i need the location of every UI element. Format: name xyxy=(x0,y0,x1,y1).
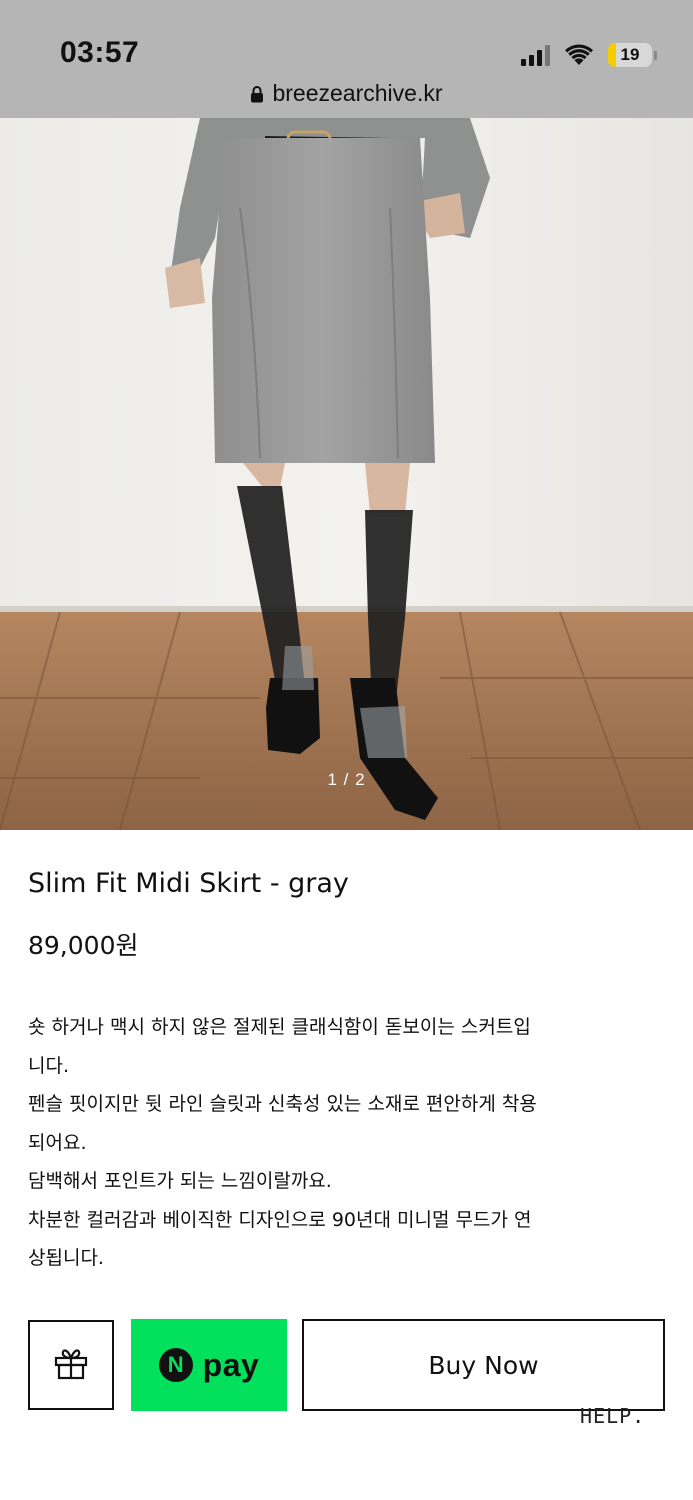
wifi-icon xyxy=(564,44,594,66)
url-text: breezearchive.kr xyxy=(272,80,443,106)
description-line: 니다. xyxy=(28,1054,69,1077)
status-icons: 19 xyxy=(521,40,657,70)
description-line: 담백해서 포인트가 되는 느낌이랄까요. xyxy=(28,1170,332,1192)
battery-icon: 19 xyxy=(608,43,652,67)
description-line: 차분한 컬러감과 베이직한 디자인으로 90년대 미니멀 무드가 연 xyxy=(28,1208,532,1231)
product-description: 숏 하거나 맥시 하지 않은 절제된 클래식함이 돋보이는 스커트입 니다. 펜… xyxy=(28,1008,668,1278)
description-line: 되어요. xyxy=(28,1131,87,1154)
naver-n-icon: N xyxy=(158,1348,193,1382)
cellular-signal-icon xyxy=(521,44,550,66)
lock-icon xyxy=(250,82,264,109)
product-photo xyxy=(0,118,693,830)
image-counter: 1 / 2 xyxy=(327,770,366,789)
product-price: 89,000원 xyxy=(28,931,139,960)
battery-percentage: 19 xyxy=(620,45,640,64)
purchase-bar: N pay Buy Now HELP. xyxy=(0,1300,693,1500)
buy-now-button[interactable]: Buy Now xyxy=(302,1319,665,1411)
product-image-gallery[interactable]: 1 / 2 xyxy=(0,118,693,830)
gift-icon xyxy=(53,1346,89,1384)
status-time: 03:57 xyxy=(60,36,140,69)
product-title: Slim Fit Midi Skirt - gray xyxy=(28,868,349,899)
description-line: 상됩니다. xyxy=(28,1247,104,1269)
browser-top-bar: 03:57 19 breezearchive.kr xyxy=(0,0,693,118)
battery-tip xyxy=(654,50,657,60)
naver-pay-label: pay xyxy=(202,1346,260,1383)
gift-button[interactable] xyxy=(28,1320,114,1410)
help-link[interactable]: HELP. xyxy=(580,1404,645,1428)
description-line: 펜슬 핏이지만 뒷 라인 슬릿과 신축성 있는 소재로 편안하게 착용 xyxy=(28,1093,537,1115)
address-bar[interactable]: breezearchive.kr xyxy=(0,80,693,109)
naver-pay-button[interactable]: N pay xyxy=(131,1319,287,1411)
description-line: 숏 하거나 맥시 하지 않은 절제된 클래식함이 돋보이는 스커트입 xyxy=(28,1016,531,1038)
